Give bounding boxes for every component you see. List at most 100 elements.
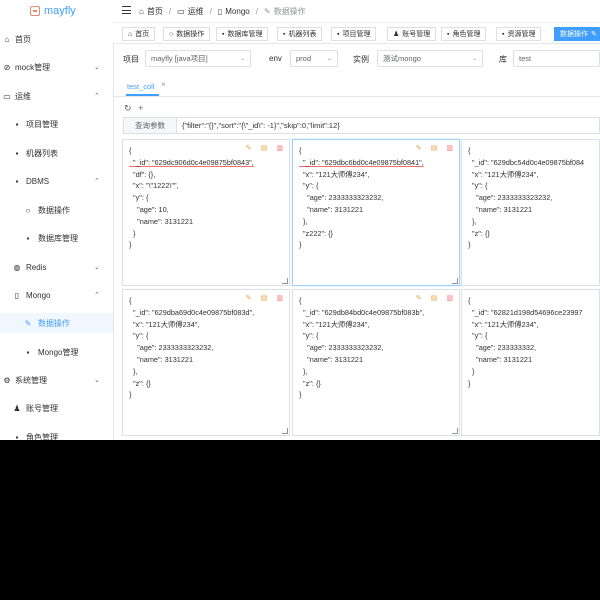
user-icon: ♟ [13,403,21,413]
document-json[interactable]: { "_id": "629db84bd0c4e09875bf083b", "x"… [299,295,424,401]
json-line: "age": 2333333323232, [299,343,384,353]
resize-handle[interactable] [282,428,288,434]
tag-resources[interactable]: ▪ 资源管理 [496,27,542,41]
json-line: { [299,146,302,155]
delete-icon[interactable]: ▥ [446,294,453,302]
sidebar-item-mongo[interactable]: ▯ Mongo ⌃ [0,285,113,305]
resize-handle[interactable] [452,278,458,284]
menu-toggle-icon[interactable] [122,6,131,14]
json-line: "name": 3131221 [129,354,194,364]
search-icon: ○ [25,205,31,215]
sidebar-item-mock[interactable]: ⊘ mock管理 ⌄ [0,57,113,77]
breadcrumb-mongo[interactable]: Mongo [225,7,249,16]
connection-form: 项目 mayfly [java项目] ⌄ env prod ⌄ 实例 测试mon… [113,46,600,72]
chevron-up-icon: ⌃ [94,93,100,100]
tag-db-manage[interactable]: ▪ 数据库管理 [216,27,269,41]
env-select[interactable]: prod ⌄ [290,50,338,67]
json-line: }, [299,366,308,376]
refresh-icon[interactable]: ↻ [124,103,132,113]
breadcrumb-current: 数据操作 [273,7,306,16]
json-line: } [468,366,475,376]
grid-icon: ▪ [15,176,19,186]
document-card[interactable]: { "_id": "629dbc54d0c4e09875bf084 "x": "… [461,139,600,286]
delete-icon[interactable]: ▥ [276,144,283,152]
document-card[interactable]: ✎ ▤ ▥ { "_id": "629dba69d0c4e09875bf083d… [122,289,290,436]
home-icon: ⌂ [4,34,10,44]
sidebar-item-dbms-data[interactable]: ○ 数据操作 [0,200,113,220]
resize-handle[interactable] [452,428,458,434]
db-select[interactable]: test [513,50,600,67]
sidebar-item-redis[interactable]: ◍ Redis ⌄ [0,257,113,277]
sidebar-item-label: 首页 [15,34,31,44]
logo[interactable]: mayfly [0,0,113,24]
breadcrumb-ops[interactable]: 运维 [188,6,204,17]
env-label: env [269,54,282,63]
monitor-icon: ▭ [177,7,185,16]
document-json[interactable]: { "_id": "629dba69d0c4e09875bf083d", "x"… [129,295,254,401]
json-line: "_id": "629dbc6bd0c4e09875bf0841", [299,157,424,167]
document-json[interactable]: { "_id": "62821d198d54696ce23997 "x": "1… [468,295,583,389]
json-line: "y": { [468,331,488,341]
close-icon[interactable]: × [161,80,166,89]
json-line: "name": 3131221 [299,354,364,364]
env-value: prod [296,54,312,63]
sidebar-item-system[interactable]: ⚙ 系统管理 ⌄ [0,370,113,390]
save-icon[interactable]: ▤ [261,144,268,152]
sidebar-item-db-manage[interactable]: ▪ 数据库管理 [0,228,113,248]
home-icon: ⌂ [128,30,133,38]
sidebar-item-dbms[interactable]: ▪ DBMS ⌃ [0,171,113,191]
sidebar-item-label: 系统管理 [15,375,47,385]
tag-label: 机器列表 [288,31,317,38]
json-line: } [299,240,302,250]
query-input[interactable]: {"filter":"{}","sort":"{\"_id\": -1}","s… [176,117,600,134]
sidebar-item-label: mock管理 [15,62,51,72]
document-json[interactable]: { "_id": "629dc906d0c4e09875bf0843", "df… [129,145,254,251]
tag-home[interactable]: ⌂ 首页 [122,27,156,41]
sidebar-item-ops[interactable]: ▭ 运维 ⌃ [0,86,113,106]
document-card[interactable]: ✎ ▤ ▥ { "_id": "629dbc6bd0c4e09875bf0841… [292,139,460,286]
sidebar-item-roles[interactable]: ▪ 角色管理 [0,427,113,441]
document-card[interactable]: ✎ ▤ ▥ { "_id": "629db84bd0c4e09875bf083b… [292,289,460,436]
json-line: "df": {}, [129,169,156,179]
json-line: } [299,390,302,400]
sidebar-item-mongo-data[interactable]: ✎ 数据操作 [0,313,113,333]
sidebar-item-label: 机器列表 [26,148,58,158]
active-tab-indicator [126,94,159,96]
json-line: "age": 2333333323232, [299,193,384,203]
tag-label: 数据操作 [176,31,205,38]
sidebar-item-accounts[interactable]: ♟ 账号管理 [0,398,113,418]
add-icon[interactable]: + [138,103,143,113]
sidebar-item-home[interactable]: ⌂ 首页 [0,29,113,49]
document-json[interactable]: { "_id": "629dbc6bd0c4e09875bf0841", "x"… [299,145,424,251]
save-icon[interactable]: ▤ [431,144,438,152]
save-icon[interactable]: ▤ [261,294,268,302]
resize-handle[interactable] [282,278,288,284]
json-line: "_id": "629dc906d0c4e09875bf0843", [129,157,254,167]
tag-dbms-data[interactable]: ○ 数据操作 [163,27,211,41]
json-line: "x": "121大师傅234", [299,319,370,329]
breadcrumb-home[interactable]: 首页 [147,6,163,17]
sidebar-item-mongo-manage[interactable]: ▪ Mongo管理 [0,342,113,362]
instance-select[interactable]: 测试mongo ⌄ [377,50,483,67]
document-json[interactable]: { "_id": "629dbc54d0c4e09875bf084 "x": "… [468,145,584,251]
json-line: { [129,296,132,305]
edit-icon: ✎ [24,318,32,328]
save-icon[interactable]: ▤ [431,294,438,302]
document-card[interactable]: { "_id": "62821d198d54696ce23997 "x": "1… [461,289,600,436]
tag-roles[interactable]: ▪ 角色管理 [441,27,487,41]
tab-test-coll[interactable]: test_coll [127,82,155,91]
tag-projects[interactable]: ▪ 项目管理 [331,27,377,41]
delete-icon[interactable]: ▥ [446,144,453,152]
sidebar-item-projects[interactable]: ▪ 项目管理 [0,114,113,134]
tags-bar: ⌂ 首页 ○ 数据操作 ▪ 数据库管理 ▪ 机器列表 ▪ 项目管理 ♟ 账号管理 ▪ 角色管理… [113,22,600,44]
tag-accounts[interactable]: ♟ 账号管理 [387,27,437,41]
delete-icon[interactable]: ▥ [276,294,283,302]
sidebar-item-machines[interactable]: ▪ 机器列表 [0,143,113,163]
document-card[interactable]: ✎ ▤ ▥ { "_id": "629dc906d0c4e09875bf0843… [122,139,290,286]
tag-machines[interactable]: ▪ 机器列表 [277,27,323,41]
json-line: }, [129,366,138,376]
project-select[interactable]: mayfly [java项目] ⌄ [145,50,251,67]
sidebar-item-label: 角色管理 [26,432,58,441]
tag-mongo-data[interactable]: 数据操作 ✎ [554,27,600,41]
redis-icon: ◍ [13,262,21,272]
